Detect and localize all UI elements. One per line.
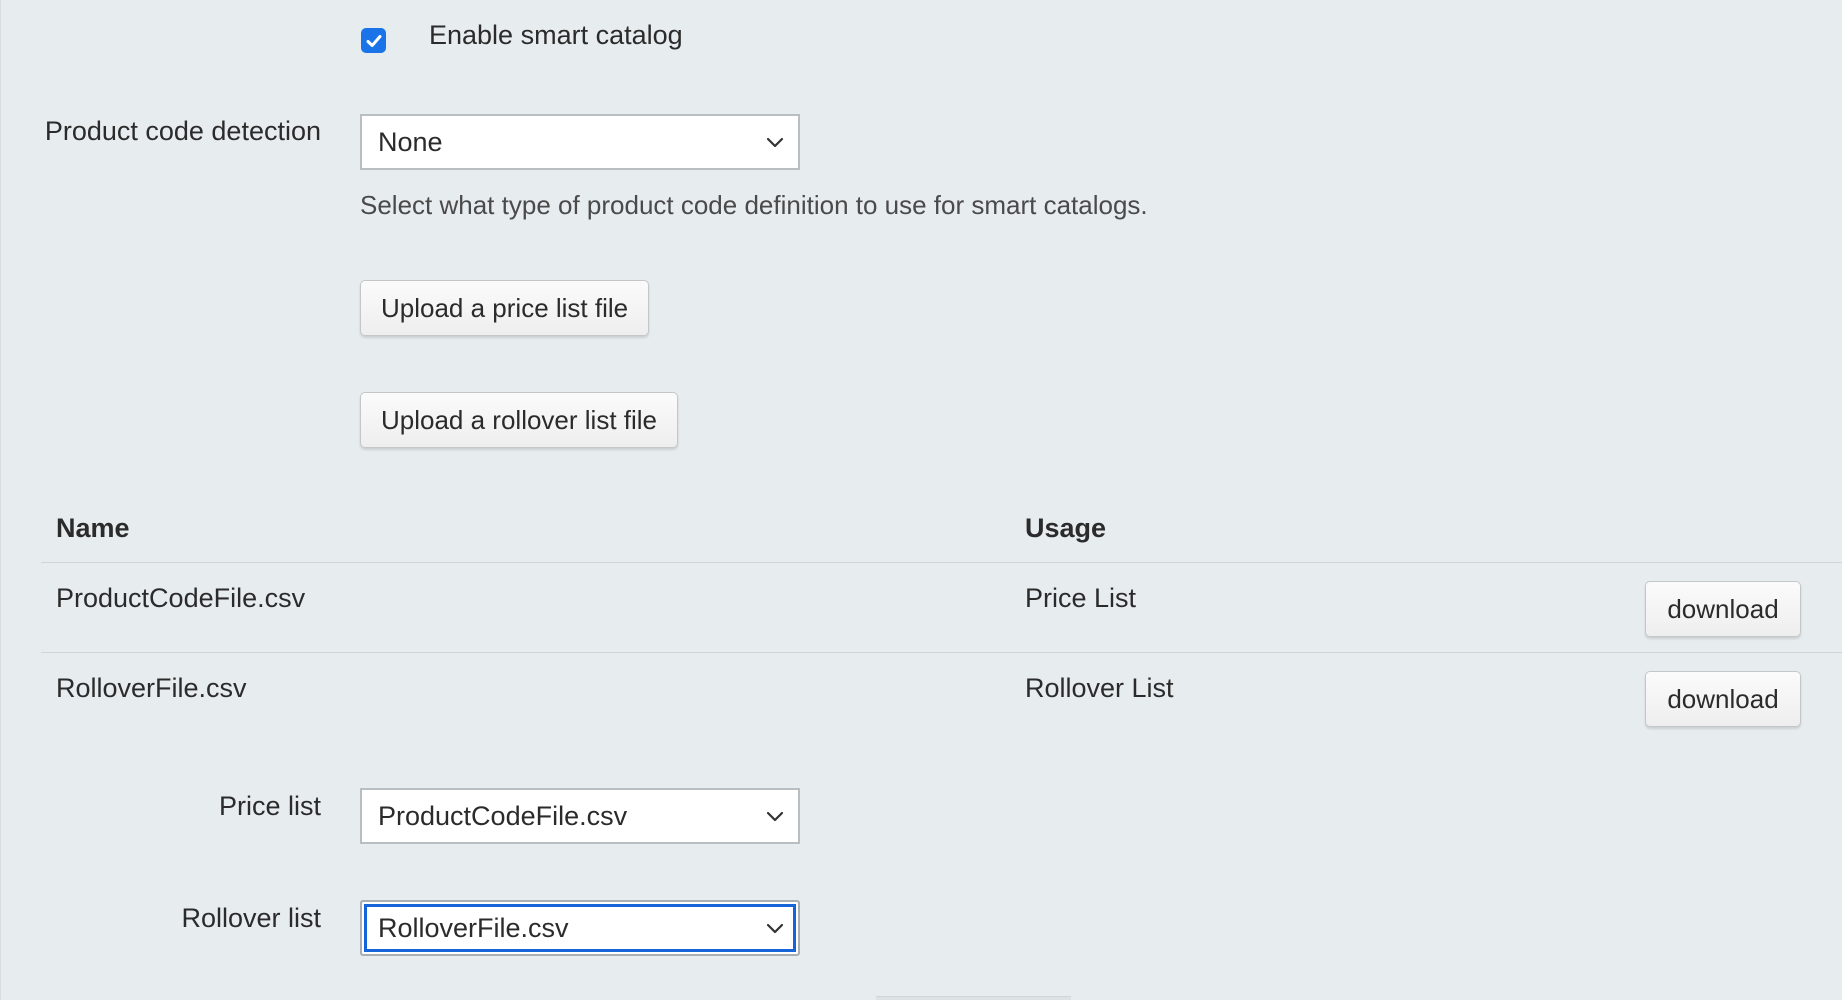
price-list-select[interactable]: ProductCodeFile.csv — [360, 788, 800, 844]
product-code-detection-label: Product code detection — [44, 116, 321, 146]
file-usage: Rollover List — [1025, 673, 1174, 703]
upload-price-list-button[interactable]: Upload a price list file — [360, 280, 650, 336]
enable-smart-catalog-checkbox[interactable] — [361, 28, 386, 53]
table-row-divider — [41, 652, 1842, 653]
rollover-list-select[interactable]: RolloverFile.csv — [360, 900, 800, 956]
chevron-down-icon — [766, 137, 784, 148]
file-usage: Price List — [1025, 583, 1137, 613]
check-icon — [366, 34, 381, 47]
file-name: ProductCodeFile.csv — [56, 583, 306, 613]
download-button[interactable]: download — [1645, 671, 1801, 727]
product-code-detection-select[interactable]: None — [360, 114, 800, 170]
rollover-list-label: Rollover list — [181, 903, 321, 933]
rollover-list-value: RolloverFile.csv — [378, 912, 569, 943]
chevron-down-icon — [766, 923, 784, 934]
upload-rollover-list-button[interactable]: Upload a rollover list file — [360, 392, 679, 448]
price-list-value: ProductCodeFile.csv — [378, 800, 628, 831]
column-header-name: Name — [56, 513, 130, 543]
product-code-detection-help: Select what type of product code definit… — [360, 190, 1148, 220]
bottom-edge-element — [876, 996, 1071, 1000]
file-name: RolloverFile.csv — [56, 673, 247, 703]
price-list-label: Price list — [218, 791, 321, 821]
column-header-usage: Usage — [1025, 513, 1107, 543]
smart-catalog-settings: Enable smart catalog Product code detect… — [0, 0, 1842, 1000]
chevron-down-icon — [766, 811, 784, 822]
product-code-detection-value: None — [378, 126, 443, 157]
download-button[interactable]: download — [1645, 581, 1801, 637]
enable-smart-catalog-label[interactable]: Enable smart catalog — [429, 18, 683, 52]
table-header-divider — [41, 562, 1842, 563]
